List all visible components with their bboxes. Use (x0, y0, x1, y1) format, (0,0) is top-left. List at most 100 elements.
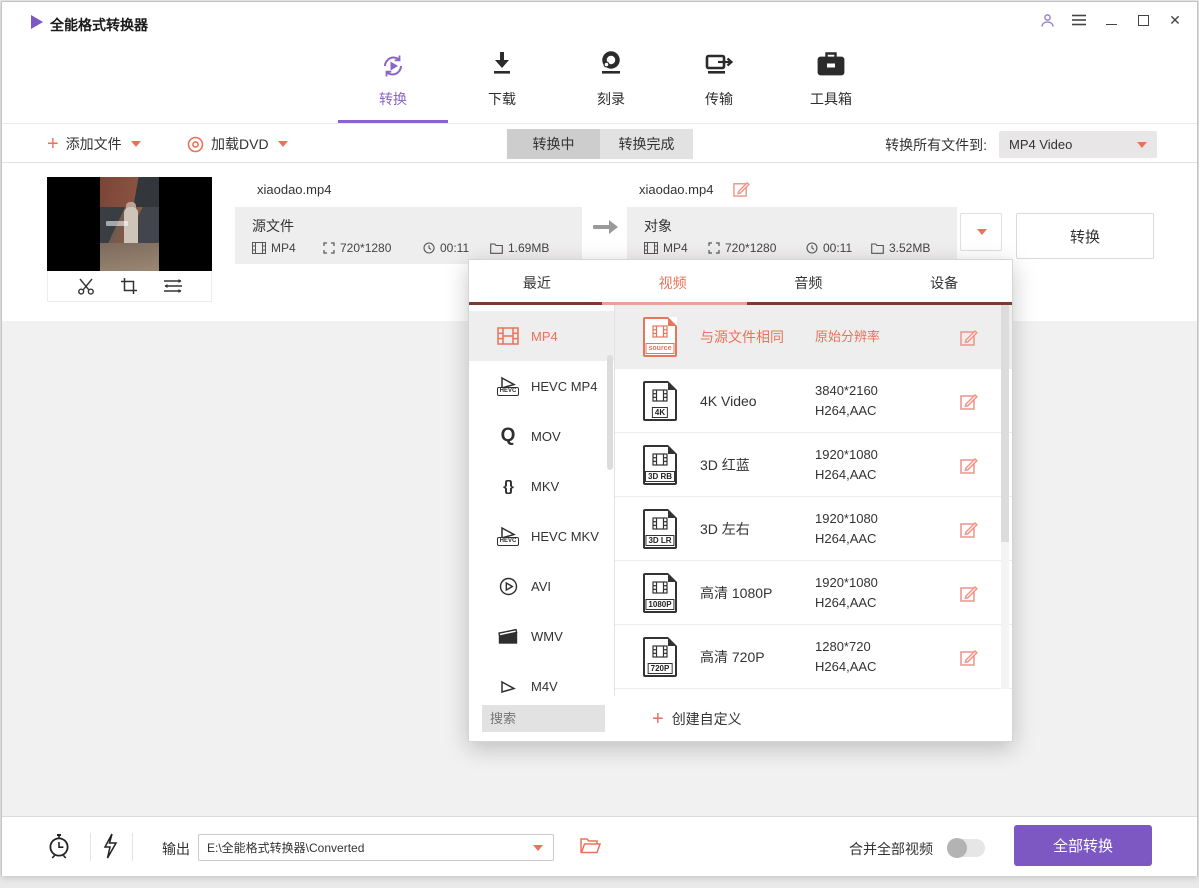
source-filename: xiaodao.mp4 (257, 182, 331, 197)
source-format: MP4 (252, 241, 323, 255)
tab-download[interactable]: 下载 (457, 50, 547, 109)
target-format: MP4 (644, 241, 708, 255)
tab-burn[interactable]: 刻录 (566, 50, 656, 109)
add-file-label: 添加文件 (66, 134, 122, 154)
minimize-icon[interactable] (1103, 12, 1119, 28)
chevron-down-icon (131, 141, 141, 147)
target-size: 3.52MB (871, 241, 930, 255)
source-duration: 00:11 (423, 241, 490, 255)
play-outline-icon (495, 680, 521, 693)
format-item-avi[interactable]: AVI (469, 561, 614, 611)
trim-scissors-icon[interactable] (76, 278, 96, 295)
format-item-hevc-mkv[interactable]: HEVC HEVC MKV (469, 511, 614, 561)
folder-icon (490, 243, 503, 254)
preset-row-1080p[interactable]: 1080P 高清 1080P 1920*1080H264,AAC (615, 561, 1012, 625)
tab-download-label: 下载 (488, 89, 516, 109)
target-duration: 00:11 (806, 241, 871, 255)
output-path-input[interactable] (199, 841, 531, 855)
toolbox-icon (816, 50, 846, 82)
plus-icon: + (652, 709, 664, 729)
tab-converted[interactable]: 转换完成 (600, 129, 693, 159)
chevron-down-icon (1137, 142, 1147, 148)
format-item-m4v[interactable]: M4V (469, 661, 614, 696)
arrow-right-icon (592, 220, 618, 234)
popup-tab-recent[interactable]: 最近 (469, 260, 605, 305)
popup-tab-video[interactable]: 视频 (605, 260, 741, 305)
format-item-hevc-mp4[interactable]: HEVC HEVC MP4 (469, 361, 614, 411)
preset-edit-icon[interactable] (960, 648, 978, 666)
preset-edit-icon[interactable] (960, 584, 978, 602)
app-title: 全能格式转换器 (50, 15, 148, 35)
preset-name: 高清 720P (700, 647, 815, 667)
maximize-icon[interactable] (1135, 12, 1151, 28)
preset-edit-icon[interactable] (960, 456, 978, 474)
preset-edit-icon[interactable] (960, 392, 978, 410)
preset-row-4k[interactable]: 4K 4K Video 3840*2160H264,AAC (615, 369, 1012, 433)
format-item-mov[interactable]: Q MOV (469, 411, 614, 461)
format-list-scrollbar[interactable] (607, 355, 613, 470)
film-icon (252, 242, 266, 254)
output-path-dropdown[interactable] (198, 834, 554, 861)
chevron-down-icon (278, 141, 288, 147)
tab-converting[interactable]: 转换中 (507, 129, 600, 159)
menu-icon[interactable] (1071, 12, 1087, 28)
app-logo-icon (29, 14, 45, 30)
preset-name: 3D 左右 (700, 519, 815, 539)
format-item-wmv[interactable]: WMV (469, 611, 614, 661)
search-input[interactable] (482, 705, 605, 732)
preset-resolution: 原始分辨率 (815, 327, 940, 347)
format-item-mp4[interactable]: MP4 (469, 311, 614, 361)
open-folder-icon[interactable] (580, 837, 601, 854)
format-item-mkv[interactable]: {} MKV (469, 461, 614, 511)
popup-tab-audio[interactable]: 音频 (741, 260, 877, 305)
high-speed-icon[interactable] (102, 833, 118, 860)
crop-icon[interactable] (120, 277, 138, 295)
preset-row-3d-rb[interactable]: 3D RB 3D 红蓝 1920*1080H264,AAC (615, 433, 1012, 497)
mp4-film-icon (495, 327, 521, 345)
preset-row-3d-lr[interactable]: 3D LR 3D 左右 1920*1080H264,AAC (615, 497, 1012, 561)
convert-all-button[interactable]: 全部转换 (1014, 825, 1152, 866)
target-format-dropdown-button[interactable] (960, 213, 1002, 251)
preset-specs: 3840*2160H264,AAC (815, 381, 940, 421)
tab-transfer[interactable]: 传输 (674, 50, 764, 109)
app-window: 全能格式转换器 ✕ 转换 (1, 1, 1198, 876)
plus-icon: + (47, 134, 59, 154)
load-dvd-button[interactable]: 加载DVD (187, 132, 288, 156)
resolution-icon (323, 242, 335, 254)
output-label: 输出 (162, 839, 190, 859)
preset-edit-icon[interactable] (960, 520, 978, 538)
clock-icon (423, 242, 435, 254)
rename-edit-icon[interactable] (733, 180, 750, 197)
preset-list-scrollbar[interactable] (1001, 305, 1009, 689)
chevron-down-icon (977, 229, 987, 235)
hevc-play-icon: HEVC (495, 526, 521, 546)
clock-icon (806, 242, 818, 254)
source-info-panel: 源文件 MP4 720*1280 00:11 1.69MB (235, 207, 582, 264)
popup-tab-device[interactable]: 设备 (876, 260, 1012, 305)
preset-row-source[interactable]: source 与源文件相同 原始分辨率 (615, 305, 1012, 369)
preset-specs: 1920*1080H264,AAC (815, 445, 940, 485)
close-icon[interactable]: ✕ (1167, 12, 1183, 28)
schedule-clock-icon[interactable] (46, 833, 72, 860)
popup-tabs: 最近 视频 音频 设备 (469, 260, 1012, 305)
tab-toolbox[interactable]: 工具箱 (786, 50, 876, 109)
matroska-icon: {} (495, 478, 521, 495)
queue-tabs: 转换中 转换完成 (507, 129, 693, 159)
tab-convert[interactable]: 转换 (348, 50, 438, 109)
play-circle-icon (495, 577, 521, 596)
preset-edit-icon[interactable] (960, 328, 978, 346)
merge-all-toggle[interactable] (947, 839, 985, 857)
add-file-button[interactable]: + 添加文件 (47, 132, 141, 156)
preset-row-720p[interactable]: 720P 高清 720P 1280*720H264,AAC (615, 625, 1012, 689)
active-tab-underline (338, 120, 448, 123)
create-custom-button[interactable]: + 创建自定义 (652, 696, 742, 742)
popup-footer: + 创建自定义 (469, 696, 1012, 742)
account-icon[interactable] (1039, 12, 1055, 28)
effects-settings-icon[interactable] (162, 278, 184, 294)
video-thumbnail[interactable] (47, 177, 212, 302)
preset-name: 3D 红蓝 (700, 455, 815, 475)
convert-button[interactable]: 转换 (1016, 213, 1154, 259)
preset-file-icon: 3D RB (643, 445, 677, 485)
convert-all-to-value: MP4 Video (1009, 137, 1072, 152)
convert-all-to-dropdown[interactable]: MP4 Video (999, 131, 1157, 158)
